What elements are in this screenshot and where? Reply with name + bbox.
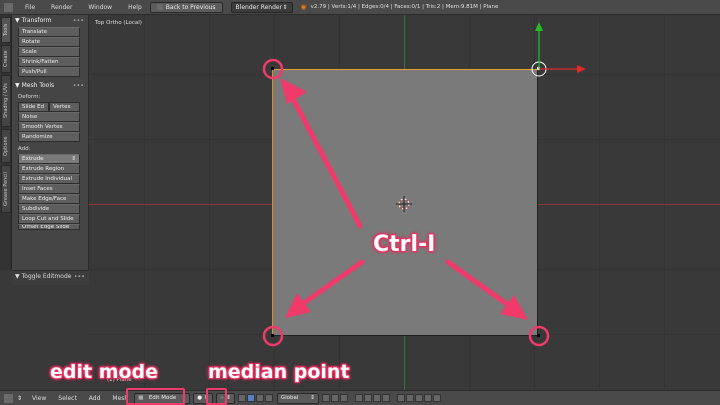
noise-button[interactable]: Noise xyxy=(18,112,80,122)
layer-icon[interactable] xyxy=(330,394,339,402)
collapse-triangle-icon: ▼ xyxy=(15,272,20,280)
menu-file[interactable]: File xyxy=(17,4,43,11)
3d-viewport[interactable]: Top Ortho (Local) (1) Plane xyxy=(89,15,720,390)
render-engine-select[interactable]: Blender Render ⇕ xyxy=(230,1,293,13)
proportional-edit-icon[interactable] xyxy=(396,394,405,402)
render-layer-icon[interactable] xyxy=(423,394,432,402)
ctrl-i-callout: Ctrl-I xyxy=(373,232,436,257)
blender-logo-icon: ◉ xyxy=(300,3,307,11)
manipulator-toggle-icon[interactable] xyxy=(237,394,246,402)
scale-button[interactable]: Scale xyxy=(18,47,80,57)
tab-create[interactable]: Create xyxy=(1,45,11,73)
snap-icon[interactable] xyxy=(405,394,414,402)
chevron-updown-icon: ⇕ xyxy=(310,395,315,401)
rotate-button[interactable]: Rotate xyxy=(18,37,80,47)
edge-select-icon[interactable] xyxy=(363,394,372,402)
collapse-icon[interactable]: ⇕ xyxy=(17,395,22,402)
drag-handle-icon[interactable]: ∙∙∙ xyxy=(74,273,85,280)
plane-face[interactable] xyxy=(272,69,538,336)
panel-header-operator[interactable]: ▼ Toggle Editmode ∙∙∙ xyxy=(12,271,89,281)
editor-type-icon[interactable] xyxy=(4,393,13,403)
tab-options[interactable]: Options xyxy=(1,129,11,163)
tab-shading-uvs[interactable]: Shading / UVs xyxy=(1,75,11,127)
layer-icon[interactable] xyxy=(339,394,348,402)
snap-element-icon[interactable] xyxy=(414,394,423,402)
view-label: Top Ortho (Local) xyxy=(95,20,142,26)
make-edge-face-button[interactable]: Make Edge/Face xyxy=(18,194,80,204)
render-preview-icon[interactable] xyxy=(432,394,441,402)
tab-tools[interactable]: Tools xyxy=(1,17,11,43)
last-operator-panel: ▼ Toggle Editmode ∙∙∙ xyxy=(12,270,89,285)
info-header: File Render Window Help Back to Previous… xyxy=(0,0,720,15)
extrude-individual-button[interactable]: Extrude Individual xyxy=(18,174,80,184)
chevron-updown-icon: ⇕ xyxy=(71,156,76,162)
extrude-menu-button[interactable]: Extrude ⇕ xyxy=(18,154,80,164)
panel-header-transform[interactable]: ▼ Transform ∙∙∙ xyxy=(12,15,88,25)
editor-type-icon[interactable] xyxy=(4,2,13,12)
menu-select[interactable]: Select xyxy=(52,395,83,402)
solid-shading-icon: ● xyxy=(197,395,203,401)
edit-mode-highlight xyxy=(126,388,185,405)
pivot-point-highlight xyxy=(206,388,227,405)
face-select-icon[interactable] xyxy=(372,394,381,402)
layer-icon[interactable] xyxy=(321,394,330,402)
back-icon xyxy=(156,4,163,10)
collapse-triangle-icon: ▼ xyxy=(15,81,20,89)
tool-shelf: ▼ Transform ∙∙∙ Translate Rotate Scale S… xyxy=(12,15,97,285)
vertex-select-icon[interactable] xyxy=(354,394,363,402)
menu-render[interactable]: Render xyxy=(43,4,80,11)
chevron-updown-icon: ⇕ xyxy=(282,3,288,11)
tab-grease-pencil[interactable]: Grease Pencil xyxy=(1,165,11,213)
smooth-vertex-button[interactable]: Smooth Vertex xyxy=(18,122,80,132)
translate-manipulator-icon[interactable] xyxy=(246,394,255,402)
slide-vertex-button[interactable]: Vertex xyxy=(49,102,80,112)
median-point-callout: median point xyxy=(208,361,350,383)
randomize-button[interactable]: Randomize xyxy=(18,132,80,142)
scale-manipulator-icon[interactable] xyxy=(264,394,273,402)
offset-edge-slide-button[interactable]: Offset Edge Slide xyxy=(18,224,80,230)
edit-mode-callout: edit mode xyxy=(50,361,159,383)
inset-faces-button[interactable]: Inset Faces xyxy=(18,184,80,194)
panel-header-mesh-tools[interactable]: ▼ Mesh Tools ∙∙∙ xyxy=(12,80,88,90)
menu-view[interactable]: View xyxy=(26,395,52,402)
subdivide-button[interactable]: Subdivide xyxy=(18,204,80,214)
drag-handle-icon[interactable]: ∙∙∙ xyxy=(73,17,84,24)
drag-handle-icon[interactable]: ∙∙∙ xyxy=(73,82,84,89)
transform-orientation-select[interactable]: Global ⇕ xyxy=(276,392,319,404)
add-label: Add: xyxy=(18,145,31,152)
extrude-region-button[interactable]: Extrude Region xyxy=(18,164,80,174)
back-to-previous-button[interactable]: Back to Previous xyxy=(149,1,223,13)
shrink-fatten-button[interactable]: Shrink/Fatten xyxy=(18,57,80,67)
collapse-triangle-icon: ▼ xyxy=(15,16,20,24)
menu-add[interactable]: Add xyxy=(83,395,107,402)
scene-stats: v2.79 | Verts:1/4 | Edges:0/4 | Faces:0/… xyxy=(310,4,499,10)
3d-view-header: ⇕ View Select Add Mesh ▦ Edit Mode ⇕ ● ⇕… xyxy=(0,390,720,405)
slide-row: Slide Ed Vertex xyxy=(18,102,80,112)
limit-selection-icon[interactable] xyxy=(381,394,390,402)
translate-button[interactable]: Translate xyxy=(18,27,80,37)
deform-label: Deform: xyxy=(18,93,41,100)
loop-cut-slide-button[interactable]: Loop Cut and Slide xyxy=(18,214,80,224)
slide-edge-button[interactable]: Slide Ed xyxy=(18,102,49,112)
menu-help[interactable]: Help xyxy=(120,4,150,11)
menu-window[interactable]: Window xyxy=(80,4,120,11)
push-pull-button[interactable]: Push/Pull xyxy=(18,67,80,77)
toolshelf-tabs: Tools Create Shading / UVs Options Greas… xyxy=(0,15,12,270)
rotate-manipulator-icon[interactable] xyxy=(255,394,264,402)
